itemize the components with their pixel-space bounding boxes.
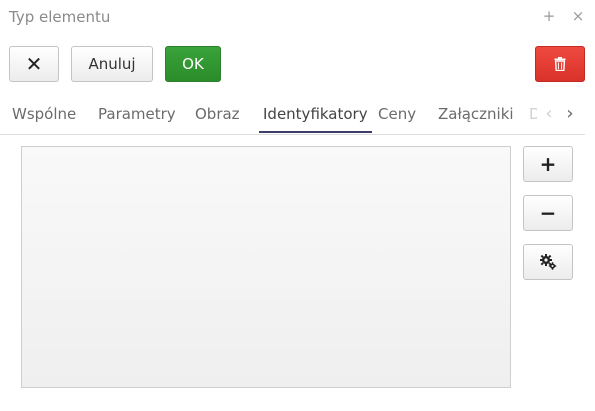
tab-next-arrow-icon[interactable]: › [562, 98, 578, 132]
close-window-icon[interactable]: × [570, 7, 586, 25]
expand-icon[interactable]: + [541, 7, 557, 25]
trash-icon [554, 57, 566, 71]
delete-button[interactable] [535, 46, 585, 82]
window-title: Typ elementu [9, 8, 111, 26]
cancel-button[interactable]: Anuluj [71, 46, 153, 82]
add-button[interactable]: + [523, 146, 573, 182]
remove-button[interactable]: − [523, 195, 573, 231]
tab-prev-arrow-icon[interactable]: ‹ [541, 98, 557, 132]
gears-icon [539, 253, 557, 271]
tab-obraz[interactable]: Obraz [195, 98, 240, 133]
close-icon: ✕ [25, 52, 43, 76]
tab-bar: Wspólne Parametry Obraz Identyfikatory C… [0, 98, 585, 135]
tab-zalaczniki[interactable]: Załączniki [438, 98, 514, 133]
tab-wspolne[interactable]: Wspólne [12, 98, 76, 133]
minus-icon: − [539, 201, 557, 225]
ok-button[interactable]: OK [165, 46, 221, 82]
plus-icon: + [539, 152, 557, 176]
close-button[interactable]: ✕ [9, 46, 59, 82]
identifiers-list[interactable] [21, 146, 511, 388]
tab-parametry[interactable]: Parametry [98, 98, 176, 133]
tab-identyfikatory[interactable]: Identyfikatory [259, 98, 372, 133]
tab-overflow-partial[interactable]: D [529, 98, 537, 133]
settings-button[interactable] [523, 244, 573, 280]
tab-ceny[interactable]: Ceny [378, 98, 416, 133]
